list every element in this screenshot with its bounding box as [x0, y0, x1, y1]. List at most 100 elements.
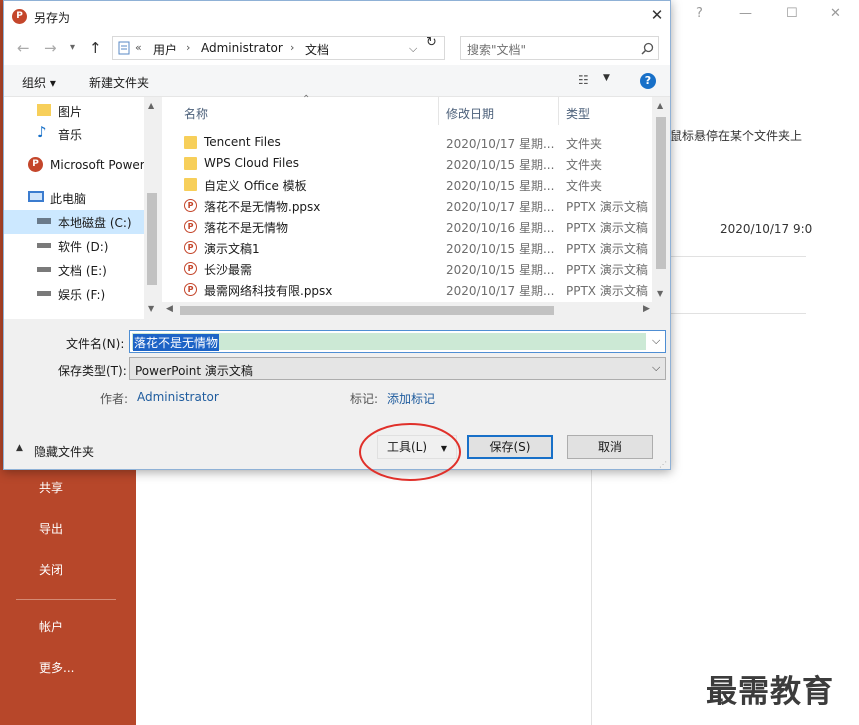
chevron-down-icon[interactable]: ⌵ — [409, 42, 417, 56]
file-name: WPS Cloud Files — [204, 156, 299, 170]
file-row[interactable]: P 长沙最需 2020/10/15 星期... PPTX 演示文稿 — [162, 258, 652, 279]
computer-icon — [28, 191, 44, 202]
nav-more[interactable]: 更多... — [39, 659, 74, 676]
hide-folders-toggle[interactable]: 隐藏文件夹 — [34, 443, 94, 460]
file-date: 2020/10/15 星期... — [446, 179, 555, 193]
scroll-up-icon[interactable]: ▲ — [148, 101, 154, 110]
folder-icon — [184, 178, 197, 191]
file-type: PPTX 演示文稿 — [566, 200, 648, 214]
help-icon[interactable]: ? — [640, 73, 656, 89]
search-input[interactable]: 搜索"文档" — [460, 36, 659, 60]
recent-locations-icon[interactable]: ▾ — [70, 42, 75, 53]
scroll-down-icon[interactable]: ▼ — [148, 304, 154, 313]
scroll-up-icon[interactable]: ▲ — [657, 101, 663, 110]
file-list-vscrollbar[interactable]: ▲ ▼ — [652, 97, 670, 302]
pictures-folder-icon — [37, 104, 51, 116]
chevron-up-icon[interactable]: ▲ — [16, 443, 23, 453]
file-row[interactable]: P 落花不是无情物.ppsx 2020/10/17 星期... PPTX 演示文… — [162, 195, 652, 216]
filename-field[interactable]: 落花不是无情物 ⌵ — [129, 330, 666, 353]
file-name: 落花不是无情物.ppsx — [204, 200, 321, 214]
file-row[interactable]: WPS Cloud Files 2020/10/15 星期... 文件夹 — [162, 153, 652, 174]
scroll-down-icon[interactable]: ▼ — [657, 289, 663, 298]
new-folder-button[interactable]: 新建文件夹 — [89, 74, 149, 91]
organize-menu[interactable]: 组织 ▾ — [22, 74, 56, 91]
nav-powerpoint[interactable]: P Microsoft Power — [4, 154, 144, 178]
filetype-select[interactable]: PowerPoint 演示文稿 ⌵ — [129, 357, 666, 380]
address-bar[interactable]: « 用户 › Administrator › 文档 ⌵ — [112, 36, 445, 60]
nav-label: 图片 — [58, 105, 83, 119]
nav-drive-e[interactable]: 文档 (E:) — [4, 258, 144, 282]
nav-account[interactable]: 帐户 — [39, 618, 63, 635]
minimize-icon[interactable]: — — [739, 6, 752, 21]
nav-pictures[interactable]: 图片 — [4, 99, 144, 123]
scroll-thumb[interactable] — [656, 117, 666, 269]
file-list-hscrollbar[interactable]: ◀ ▶ — [162, 302, 670, 319]
forward-arrow-icon[interactable]: → — [44, 39, 57, 57]
file-row[interactable]: P 落花不是无情物 2020/10/16 星期... PPTX 演示文稿 — [162, 216, 652, 237]
nav-drive-c[interactable]: 本地磁盘 (C:) — [4, 210, 144, 234]
file-type: 文件夹 — [566, 137, 603, 151]
tags-value[interactable]: 添加标记 — [387, 390, 435, 407]
up-arrow-icon[interactable]: ↑ — [89, 39, 102, 57]
column-name[interactable]: 名称 — [184, 105, 208, 122]
view-options-icon[interactable]: ☷ — [578, 73, 589, 87]
tags-label: 标记: — [350, 392, 379, 406]
chevron-right-icon[interactable]: › — [290, 41, 294, 54]
breadcrumb-documents[interactable]: 文档 — [305, 41, 329, 58]
help-icon[interactable]: ? — [696, 6, 703, 21]
powerpoint-icon: P — [12, 9, 27, 24]
drive-icon — [37, 218, 51, 224]
file-type: PPTX 演示文稿 — [566, 242, 648, 256]
chevron-down-icon[interactable]: ▼ — [603, 73, 610, 83]
file-row[interactable]: P 最需网络科技有限.ppsx 2020/10/17 星期... PPTX 演示… — [162, 279, 652, 300]
nav-drive-d[interactable]: 软件 (D:) — [4, 234, 144, 258]
dialog-toolbar: 组织 ▾ 新建文件夹 ☷ ▼ ? — [4, 65, 670, 97]
file-date: 2020/10/15 星期... — [446, 263, 555, 277]
nav-close[interactable]: 关闭 — [39, 561, 63, 578]
filetype-label: 保存类型(T): — [58, 364, 127, 378]
resize-grip-icon[interactable]: ⋰ — [659, 460, 667, 469]
folder-icon — [184, 157, 197, 170]
music-icon: ♪ — [37, 123, 47, 141]
divider — [666, 313, 806, 314]
annotation-circle — [359, 423, 461, 481]
cancel-button[interactable]: 取消 — [567, 435, 653, 459]
nav-scrollbar[interactable]: ▲ ▼ — [144, 97, 160, 319]
save-button[interactable]: 保存(S) — [467, 435, 553, 459]
column-type[interactable]: 类型 — [566, 105, 590, 122]
file-row[interactable]: 自定义 Office 模板 2020/10/15 星期... 文件夹 — [162, 174, 652, 195]
save-label: 保存(S) — [489, 440, 531, 454]
maximize-icon[interactable]: ☐ — [786, 6, 798, 21]
scroll-thumb[interactable] — [180, 306, 554, 315]
author-value[interactable]: Administrator — [137, 390, 219, 404]
nav-music[interactable]: ♪ 音乐 — [4, 122, 144, 146]
divider — [591, 470, 592, 725]
folder-hint-text: 鼠标悬停在某个文件夹上 — [670, 129, 803, 143]
breadcrumb-users[interactable]: 用户 — [153, 41, 177, 58]
chevron-right-icon[interactable]: › — [186, 41, 190, 54]
column-date[interactable]: 修改日期 — [446, 105, 494, 122]
nav-label: 音乐 — [58, 128, 83, 142]
author-label: 作者: — [100, 392, 129, 406]
nav-drive-f[interactable]: 娱乐 (F:) — [4, 282, 144, 306]
scroll-left-icon[interactable]: ◀ — [166, 304, 173, 314]
close-icon[interactable]: ✕ — [644, 6, 670, 24]
powerpoint-icon: P — [28, 157, 43, 172]
overflow-chevron-icon[interactable]: « — [135, 41, 142, 54]
back-arrow-icon[interactable]: ← — [17, 39, 30, 57]
chevron-down-icon[interactable]: ⌵ — [652, 361, 660, 375]
file-row[interactable]: P 演示文稿1 2020/10/15 星期... PPTX 演示文稿 — [162, 237, 652, 258]
dialog-titlebar[interactable]: P 另存为 ✕ — [4, 1, 670, 31]
nav-export[interactable]: 导出 — [39, 520, 63, 537]
file-date: 2020/10/17 星期... — [446, 200, 555, 214]
chevron-down-icon[interactable]: ⌵ — [652, 334, 660, 348]
nav-share[interactable]: 共享 — [39, 479, 63, 496]
file-row[interactable]: Tencent Files 2020/10/17 星期... 文件夹 — [162, 132, 652, 153]
close-window-icon[interactable]: ✕ — [830, 6, 841, 21]
refresh-icon[interactable]: ↻ — [426, 35, 437, 50]
breadcrumb-administrator[interactable]: Administrator — [201, 41, 283, 55]
nav-this-pc[interactable]: 此电脑 — [4, 186, 144, 210]
filename-value[interactable]: 落花不是无情物 — [133, 334, 220, 351]
scroll-thumb[interactable] — [147, 193, 157, 285]
scroll-right-icon[interactable]: ▶ — [643, 304, 650, 314]
